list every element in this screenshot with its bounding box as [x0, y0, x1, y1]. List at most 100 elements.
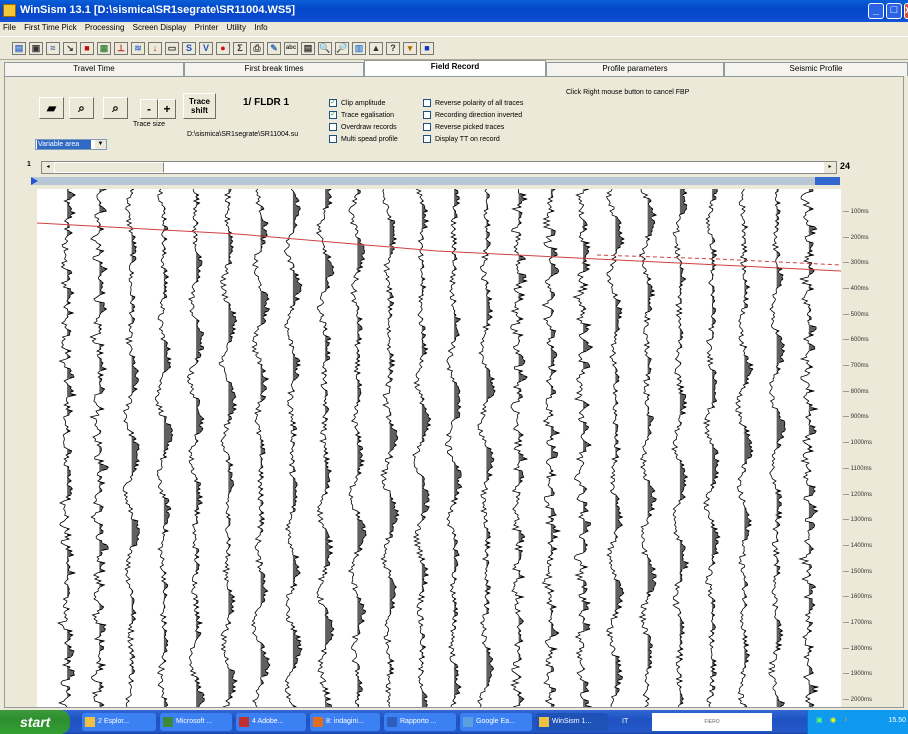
checkbox-overdraw-records[interactable]: Overdraw records: [329, 123, 397, 131]
pick-icon[interactable]: ↘: [63, 42, 77, 55]
down-arrow-icon[interactable]: ↓: [148, 42, 162, 55]
seismic-trace[interactable]: [56, 189, 78, 707]
menu-processing[interactable]: Processing: [82, 22, 128, 32]
seismic-trace[interactable]: [89, 189, 109, 707]
zoom-in-button[interactable]: ⌕: [69, 97, 94, 119]
open-icon[interactable]: ▤: [12, 42, 26, 55]
network-icon[interactable]: ◉: [830, 716, 836, 724]
tab-first-break-times[interactable]: First break times: [184, 62, 364, 76]
scroll-right-icon[interactable]: ▸: [824, 162, 836, 173]
tab-seismic-profile[interactable]: Seismic Profile: [724, 62, 908, 76]
tab-field-record[interactable]: Field Record: [364, 60, 546, 76]
marker-icon[interactable]: ⊥: [114, 42, 128, 55]
checkbox-display-tt[interactable]: Display TT on record: [423, 135, 500, 143]
red-dot-icon[interactable]: ●: [216, 42, 230, 55]
sigma-icon[interactable]: Σ: [233, 42, 247, 55]
seismic-trace[interactable]: [186, 189, 205, 707]
trace-size-plus-button[interactable]: +: [158, 99, 176, 119]
task-explorer[interactable]: 2 Esplor...: [82, 713, 156, 731]
zoom-out-button[interactable]: ⌕: [103, 97, 128, 119]
chart2-icon[interactable]: ≋: [131, 42, 145, 55]
s-icon[interactable]: S: [182, 42, 196, 55]
save-icon[interactable]: ▣: [29, 42, 43, 55]
chart-icon[interactable]: ≈: [46, 42, 60, 55]
trace-fill: [615, 216, 624, 696]
seismic-trace[interactable]: [380, 189, 400, 707]
print-icon[interactable]: ⎙: [250, 42, 264, 55]
seismic-trace[interactable]: [122, 189, 140, 707]
time-tick-label: — 900ms: [843, 414, 869, 421]
task-indagini[interactable]: 8: indagini...: [310, 713, 380, 731]
scroll-thumb[interactable]: [54, 162, 164, 173]
seismic-trace[interactable]: [638, 189, 658, 707]
trace-fill: [67, 189, 76, 698]
trace-end-label: 24: [840, 161, 851, 171]
trace-size-minus-button[interactable]: -: [140, 99, 158, 119]
volume-icon[interactable]: ♪: [844, 716, 848, 723]
seismic-trace[interactable]: [218, 189, 238, 707]
trace-fill: [550, 189, 560, 707]
first-break-pick-line[interactable]: [37, 222, 841, 272]
close-button[interactable]: x: [904, 3, 908, 19]
seismic-record-plot[interactable]: [37, 189, 841, 707]
task-google-earth[interactable]: Google Ea...: [460, 713, 532, 731]
seismic-trace[interactable]: [477, 189, 496, 707]
checkbox-trace-egalisation[interactable]: ✓ Trace egalisation: [329, 111, 394, 119]
task-microsoft[interactable]: Microsoft ...: [160, 713, 232, 731]
task-winsism[interactable]: WinSism 1...: [536, 713, 608, 731]
checkbox-multi-spead-profile[interactable]: Multi spead profile: [329, 135, 398, 143]
open-record-button[interactable]: ▰: [39, 97, 64, 119]
abc-icon[interactable]: abc: [284, 42, 298, 55]
checkbox-recording-direction[interactable]: Recording direction inverted: [423, 111, 522, 119]
menu-printer[interactable]: Printer: [192, 22, 222, 32]
menu-screen-display[interactable]: Screen Display: [130, 22, 190, 32]
rect-icon[interactable]: ▭: [165, 42, 179, 55]
time-tick-label: — 1300ms: [843, 517, 873, 524]
help-icon[interactable]: ?: [386, 42, 400, 55]
filter-icon[interactable]: ▾: [403, 42, 417, 55]
seismic-trace[interactable]: [444, 189, 463, 707]
language-indicator[interactable]: IT: [622, 718, 628, 725]
time-tick-label: — 1100ms: [843, 465, 872, 472]
red-square-icon[interactable]: ■: [80, 42, 94, 55]
display-mode-select[interactable]: Variable area ▼: [35, 139, 107, 150]
chevron-down-icon: ▼: [95, 140, 106, 149]
checkbox-reverse-polarity[interactable]: Reverse polarity of all traces: [423, 99, 523, 107]
menu-info[interactable]: Info: [251, 22, 270, 32]
field-record-panel: ▰ ⌕ ⌕ - + Trace size Trace shift 1/ FLDR…: [4, 76, 904, 708]
task-rapporto[interactable]: Rapporto ...: [384, 713, 456, 731]
tab-travel-time[interactable]: Travel Time: [4, 62, 184, 76]
menu-file[interactable]: File: [0, 22, 19, 32]
seismic-trace[interactable]: [250, 189, 271, 707]
paint-icon[interactable]: ✎: [267, 42, 281, 55]
trace-scrollbar[interactable]: ◂ ▸: [41, 161, 837, 174]
menu-utility[interactable]: Utility: [223, 22, 249, 32]
blue-square-icon[interactable]: ■: [420, 42, 434, 55]
maximize-button[interactable]: □: [886, 3, 902, 19]
start-button[interactable]: start: [0, 710, 70, 734]
zoom-icon[interactable]: 🔍: [318, 42, 332, 55]
seismic-trace[interactable]: [702, 189, 721, 707]
zoom2-icon[interactable]: 🔎: [335, 42, 349, 55]
v-icon[interactable]: V: [199, 42, 213, 55]
seismic-trace[interactable]: [154, 189, 174, 707]
image-icon[interactable]: ▦: [97, 42, 111, 55]
time-tick-label: — 1800ms: [843, 645, 873, 652]
tab-profile-parameters[interactable]: Profile parameters: [546, 62, 724, 76]
seismic-trace[interactable]: [798, 189, 820, 707]
grid-icon[interactable]: ▥: [352, 42, 366, 55]
print-label-icon[interactable]: ▤: [301, 42, 315, 55]
task-adobe[interactable]: 4 Adobe...: [236, 713, 306, 731]
person-icon[interactable]: ▲: [369, 42, 383, 55]
checkbox-reverse-picked[interactable]: Reverse picked traces: [423, 123, 504, 131]
scroll-left-icon[interactable]: ◂: [42, 162, 54, 173]
minimize-button[interactable]: _: [868, 3, 884, 19]
trace-shift-button[interactable]: Trace shift: [183, 93, 216, 119]
hint-text: Click Right mouse button to cancel FBP: [566, 89, 690, 96]
shield-icon[interactable]: ▣: [816, 716, 823, 724]
menu-first-time-pick[interactable]: First Time Pick: [21, 22, 79, 32]
time-tick-label: — 700ms: [843, 363, 869, 370]
seismic-trace[interactable]: [412, 189, 432, 707]
checkbox-clip-amplitude[interactable]: ✓ Clip amplitude: [329, 99, 385, 107]
seismic-trace[interactable]: [605, 189, 625, 707]
